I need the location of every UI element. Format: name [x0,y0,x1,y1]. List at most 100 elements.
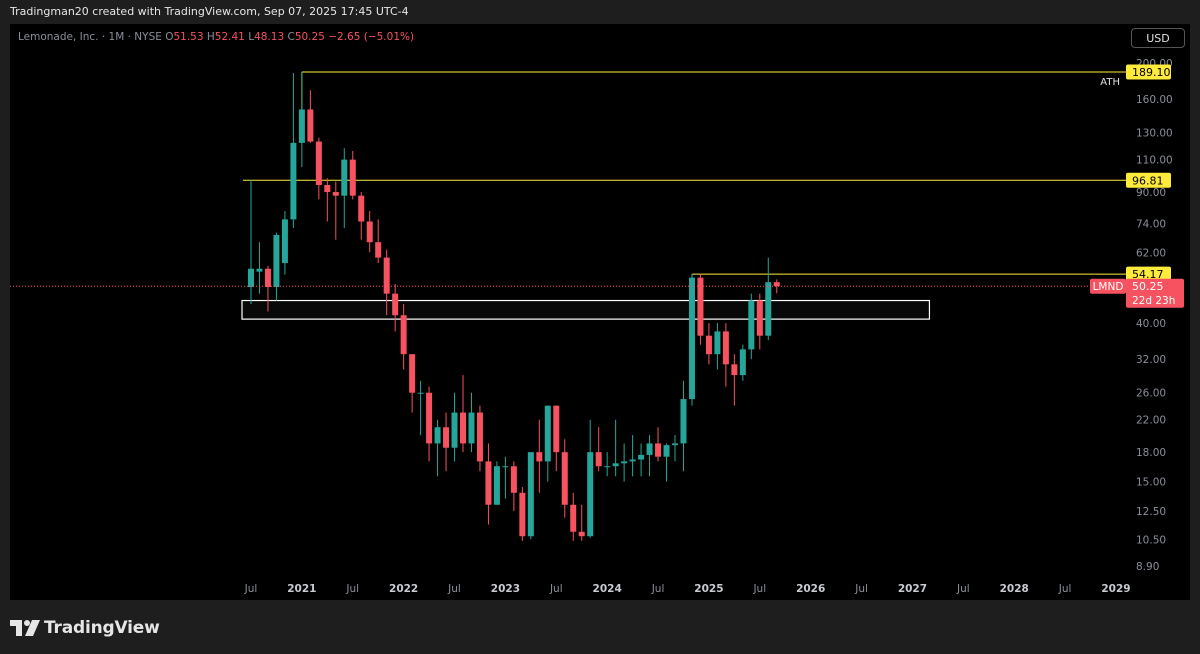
candle [527,452,534,540]
y-tick-label: 26.00 [1136,388,1166,400]
candle-body [638,454,645,460]
candle-body [655,443,662,457]
candle [358,192,365,240]
level-price-label: 96.81 [1132,174,1164,187]
candle [765,257,772,341]
y-tick-label: 10.50 [1136,534,1166,546]
logo-text: TradingView [44,618,160,638]
legend-low: 48.13 [254,31,285,43]
candle-body [561,452,568,505]
x-tick-label: Jul [549,583,563,595]
candle [273,232,280,301]
candle [476,405,483,472]
y-tick-label: 90.00 [1136,187,1166,199]
candle [672,435,678,462]
x-tick-label: Jul [651,583,665,595]
candle-body [595,452,602,467]
candle [324,178,331,222]
x-tick-label: Jul [854,583,868,595]
candle-body [663,445,670,457]
candle [298,72,305,168]
candle [553,405,560,472]
x-tick-label: Jul [1058,583,1072,595]
candle [426,386,433,462]
candle [409,354,416,413]
x-tick-label: 2027 [898,583,927,595]
y-tick-label: 32.00 [1136,354,1166,366]
candle [392,283,399,332]
candle [638,443,645,477]
candle [349,151,356,200]
candle [281,211,288,275]
candle [646,435,653,477]
candle [315,137,322,200]
candle [655,427,662,462]
candle-body [612,463,619,467]
candle [714,323,721,370]
candle-body [773,282,780,287]
candle [748,293,755,360]
candle-body [443,427,450,448]
y-tick-label: 74.00 [1136,219,1166,231]
candle [604,452,611,477]
candle [460,375,466,453]
candle-body [587,452,594,537]
candle-body [341,159,348,196]
candle-body [281,219,288,264]
candle [544,405,551,482]
y-tick-label: 160.00 [1136,94,1173,106]
y-tick-label: 15.00 [1136,477,1166,489]
x-tick-label: 2025 [694,583,723,595]
candle [341,148,348,229]
candle [485,443,492,525]
candle-body [264,268,271,288]
candle [739,344,746,381]
candle [468,392,475,453]
footer [10,600,1190,654]
currency-button[interactable]: USD [1131,28,1185,48]
candle-body [248,268,254,288]
candle-body [646,443,653,455]
candle [375,219,382,264]
candle-body [756,300,763,336]
candle-body [375,242,382,258]
x-tick-label: Jul [244,583,258,595]
legend-high: 52.41 [214,31,245,43]
x-tick-label: Jul [956,583,970,595]
candle-body [434,427,441,444]
y-tick-label: 62.00 [1136,247,1166,259]
candle-body [315,141,322,186]
candle-body [519,492,526,537]
chart-svg[interactable]: 200.00160.00130.00110.0090.0074.0062.004… [0,0,1200,654]
candle [705,323,712,365]
candle-body [527,452,534,537]
candle-body [722,331,729,365]
candle-body [417,392,424,394]
tradingview-logo: TradingView [10,617,160,639]
candle [510,461,517,512]
candle [587,419,594,538]
y-tick-label: 110.00 [1136,155,1173,167]
candle [629,435,636,477]
candle-body [629,459,636,462]
candle [417,380,424,436]
legend-change: −2.65 (−5.01%) [328,31,415,43]
candle-body [460,412,466,444]
candle-body [383,257,390,294]
candle [434,419,441,477]
x-tick-label: 2024 [593,583,622,595]
x-tick-label: 2026 [796,583,825,595]
candle [731,354,738,406]
candle-body [765,282,772,336]
candle [443,412,450,472]
candle-body [731,364,738,376]
candle-body [400,315,407,355]
candle-body [672,443,678,446]
candle [248,179,254,305]
candle-body [714,331,721,355]
x-tick-label: Jul [345,583,359,595]
candle-body [307,109,314,142]
y-tick-label: 12.50 [1136,506,1166,518]
legend-close-label: C [287,31,295,43]
candle-body [468,412,475,444]
